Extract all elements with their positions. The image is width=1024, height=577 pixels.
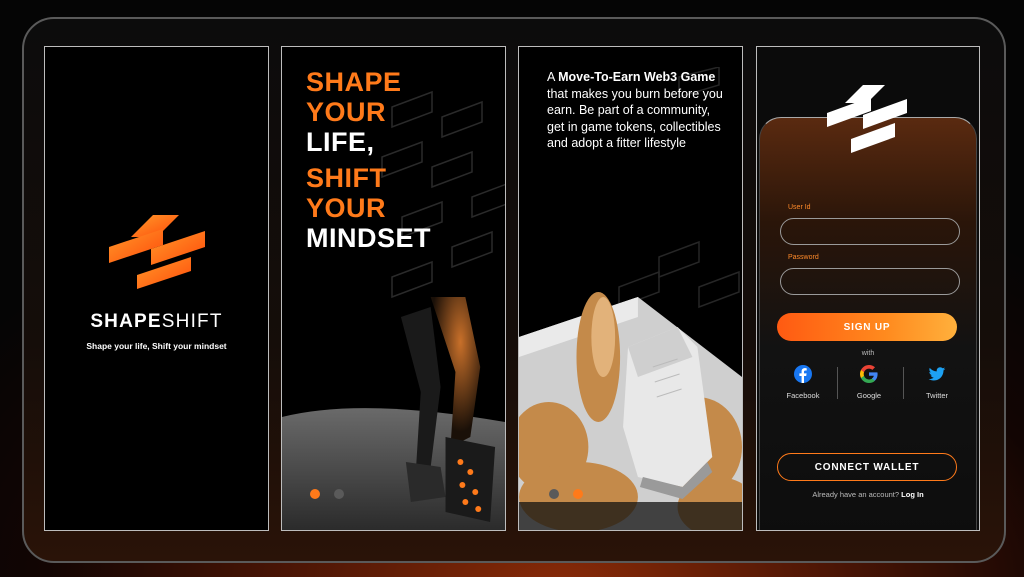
facebook-label: Facebook [786, 391, 820, 400]
with-label: with [861, 350, 875, 357]
pager-dot-1[interactable] [310, 489, 320, 499]
brand-name-bold: SHAPE [90, 311, 162, 332]
shapeshift-logo-icon [109, 215, 205, 289]
login-screen: User Id Password SIGN UP with Facebook G… [756, 46, 980, 531]
brand-name-light: SHIFT [161, 311, 223, 332]
pager-dot-2[interactable] [573, 489, 583, 499]
pager-dot-1[interactable] [549, 489, 559, 499]
twitter-label: Twitter [925, 391, 949, 400]
headline-line-2: YOUR [306, 97, 387, 127]
login-prompt: Already have an account? Log In [757, 490, 979, 499]
connect-wallet-button[interactable]: CONNECT WALLET [777, 453, 957, 481]
signup-button[interactable]: SIGN UP [777, 313, 957, 341]
divider [903, 367, 904, 399]
intro-text: A Move-To-Earn Web3 Game that makes you … [547, 69, 727, 152]
divider [837, 367, 838, 399]
google-login-button[interactable]: Google [839, 365, 899, 400]
tagline: Shape your life, Shift your mindset [86, 341, 227, 351]
pager-dot-2[interactable] [334, 489, 344, 499]
intro-text-highlight: Move-To-Earn Web3 Game [558, 70, 716, 84]
headline-line-5: YOUR [306, 193, 387, 223]
password-label: Password [788, 254, 819, 261]
login-prompt-text: Already have an account? [812, 490, 900, 499]
login-link[interactable]: Log In [901, 490, 924, 499]
twitter-icon [928, 367, 946, 381]
headline-line-3: LIFE, [306, 127, 375, 157]
intro-text-rest: that makes you burn before you earn. Be … [547, 86, 723, 151]
google-icon [860, 365, 878, 383]
userid-label: User Id [788, 204, 811, 211]
onboarding-headline: SHAPE YOUR LIFE, SHIFT YOUR MINDSET [306, 67, 431, 253]
twitter-login-button[interactable]: Twitter [907, 365, 967, 400]
google-label: Google [856, 391, 882, 400]
headline-line-4: SHIFT [306, 163, 387, 193]
headline-line-6: MINDSET [306, 223, 431, 253]
facebook-icon [794, 365, 812, 383]
brand-name: SHAPESHIFT [45, 311, 268, 333]
facebook-login-button[interactable]: Facebook [773, 365, 833, 400]
onboarding-screen-2: A Move-To-Earn Web3 Game that makes you … [518, 46, 743, 531]
headline-line-1: SHAPE [306, 67, 402, 97]
pager-dots [549, 489, 583, 499]
pager-dots [310, 489, 344, 499]
intro-text-a: A [547, 70, 559, 84]
userid-input[interactable] [780, 218, 960, 245]
onboarding-screen-1: SHAPE YOUR LIFE, SHIFT YOUR MINDSET [281, 46, 506, 531]
password-input[interactable] [780, 268, 960, 295]
shapeshift-logo-icon [827, 85, 907, 153]
splash-screen: SHAPESHIFT Shape your life, Shift your m… [44, 46, 269, 531]
